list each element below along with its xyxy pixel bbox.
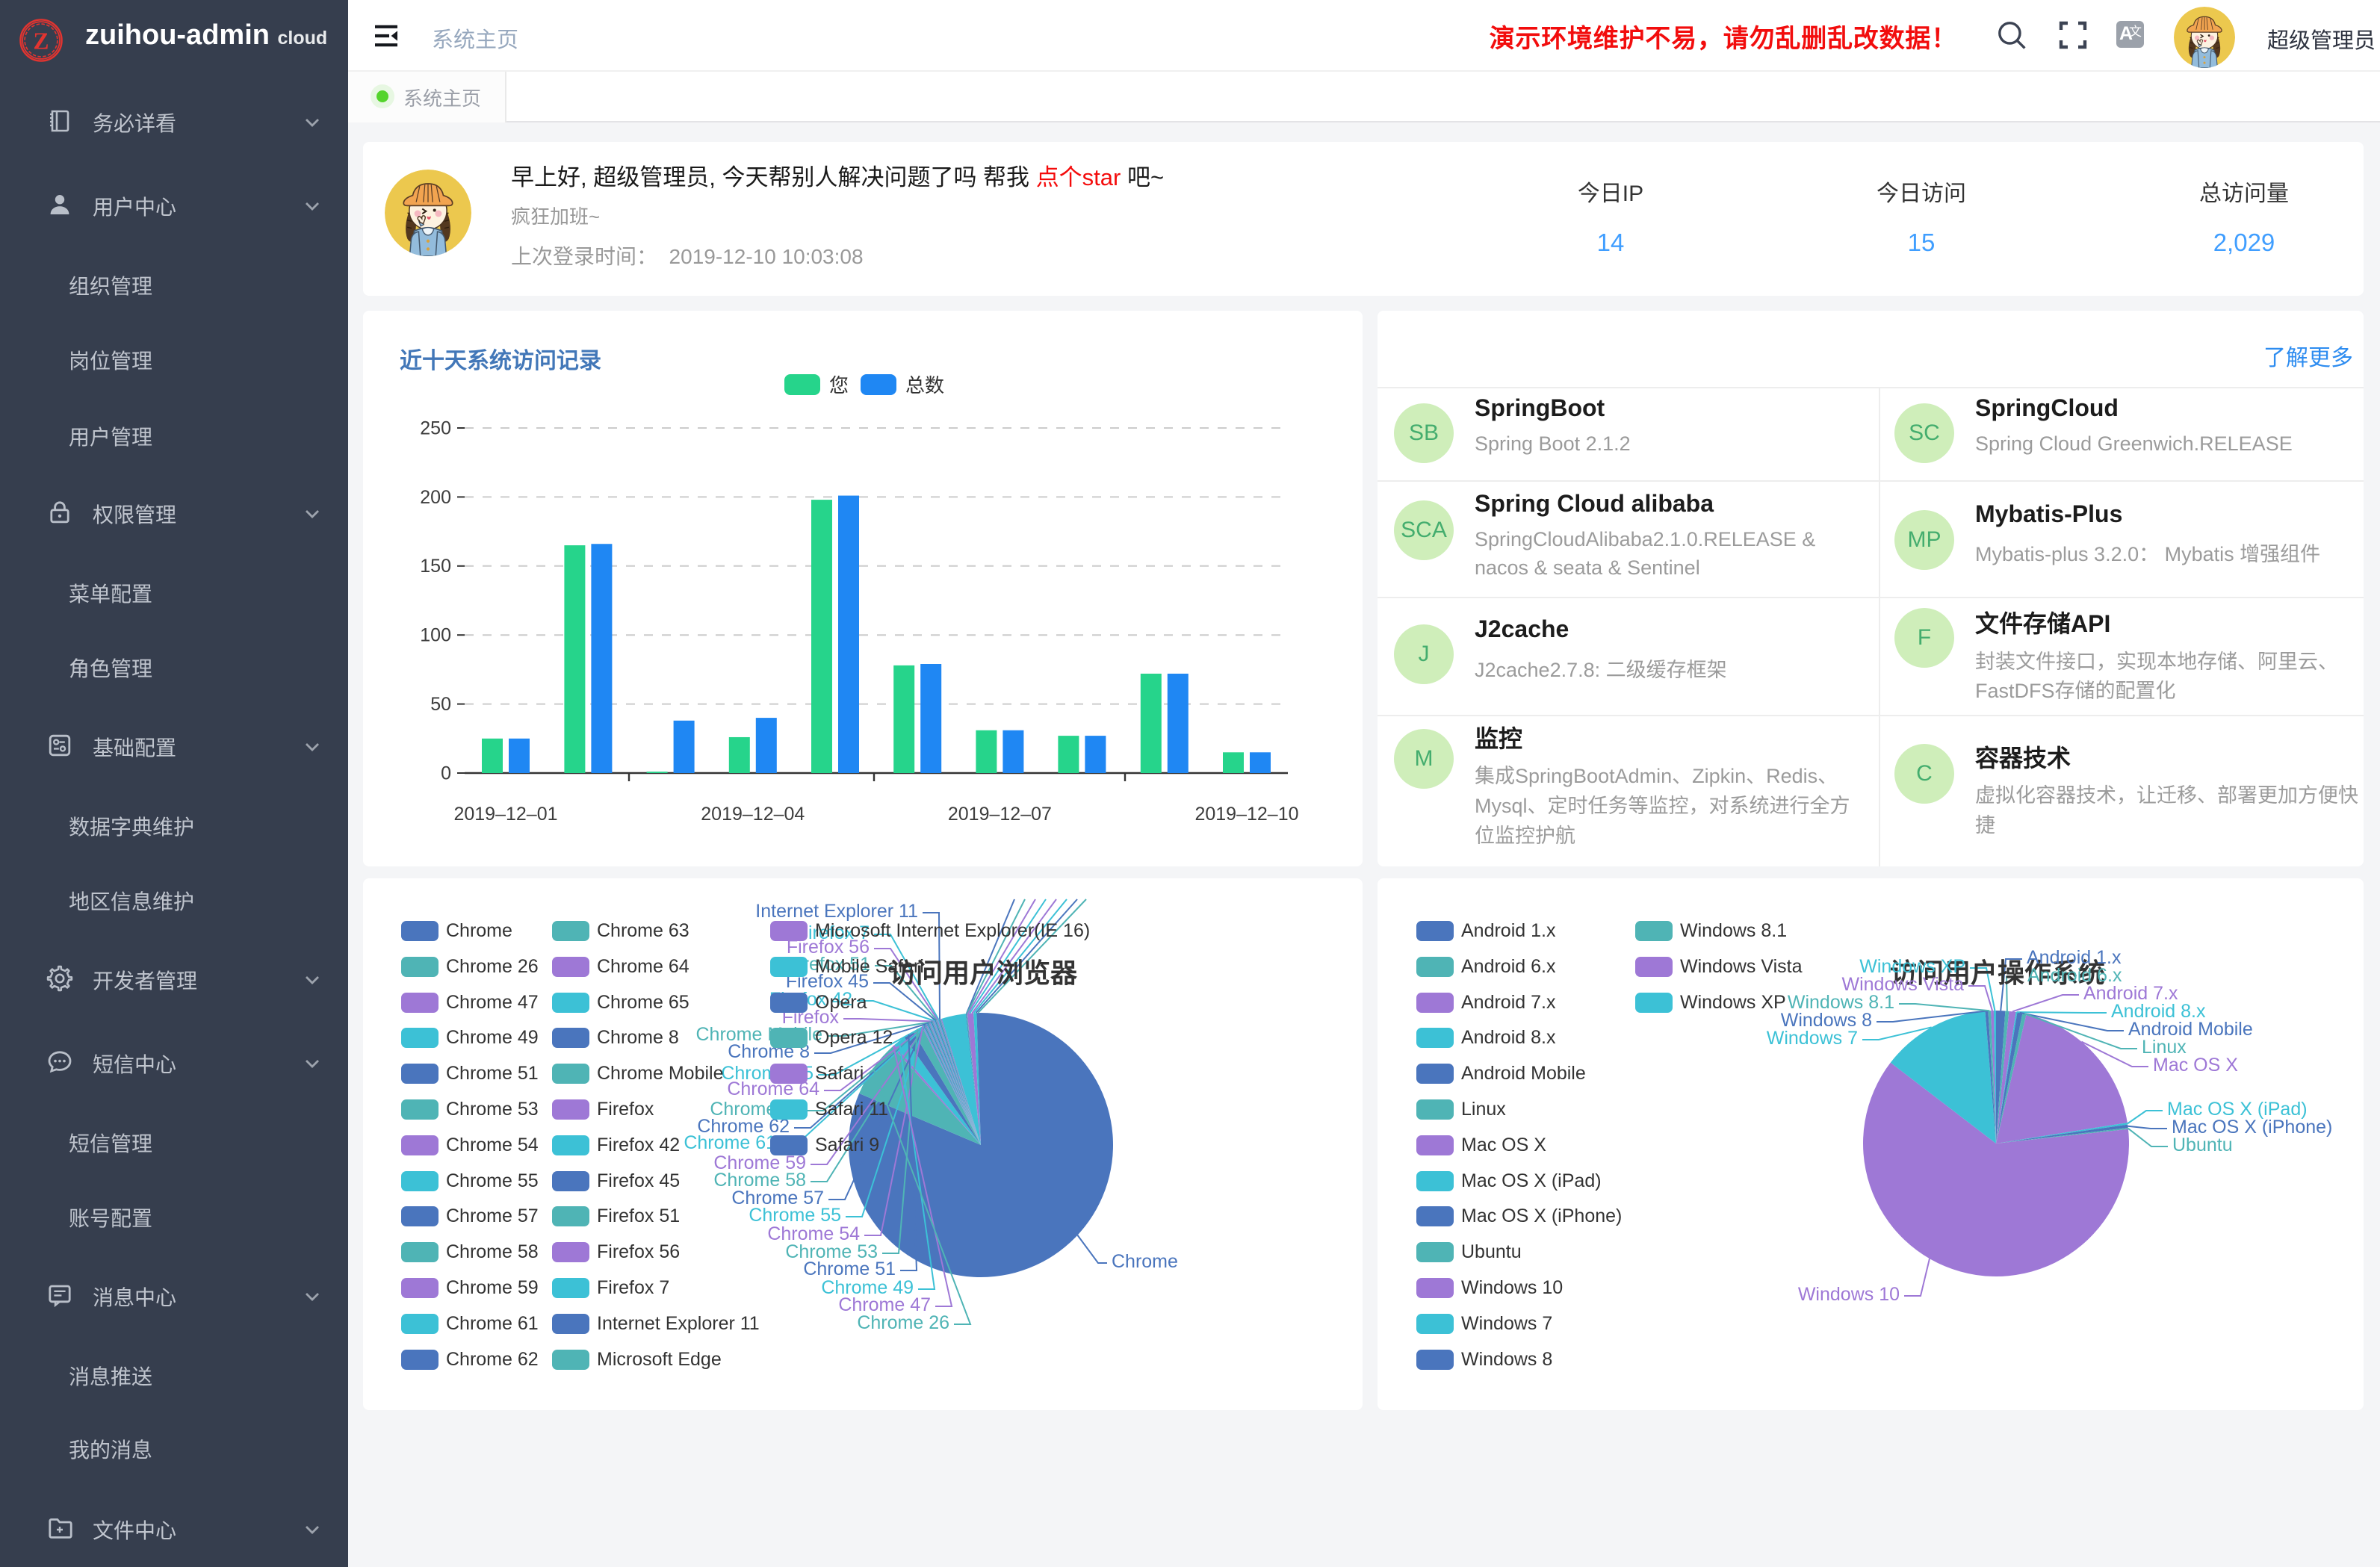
svg-text:2019–12–01: 2019–12–01 <box>453 804 557 825</box>
svg-text:您: 您 <box>829 374 849 397</box>
svg-text:200: 200 <box>420 487 451 508</box>
svg-text:250: 250 <box>420 418 451 438</box>
svg-text:100: 100 <box>420 625 451 646</box>
svg-text:2019–12–04: 2019–12–04 <box>701 804 805 825</box>
svg-text:2019–12–10: 2019–12–10 <box>1194 804 1298 825</box>
svg-text:0: 0 <box>441 763 451 784</box>
svg-text:50: 50 <box>430 694 451 715</box>
svg-text:150: 150 <box>420 556 451 577</box>
svg-text:2019–12–07: 2019–12–07 <box>948 804 1052 825</box>
svg-text:Z: Z <box>33 28 49 54</box>
svg-text:总数: 总数 <box>905 374 944 397</box>
